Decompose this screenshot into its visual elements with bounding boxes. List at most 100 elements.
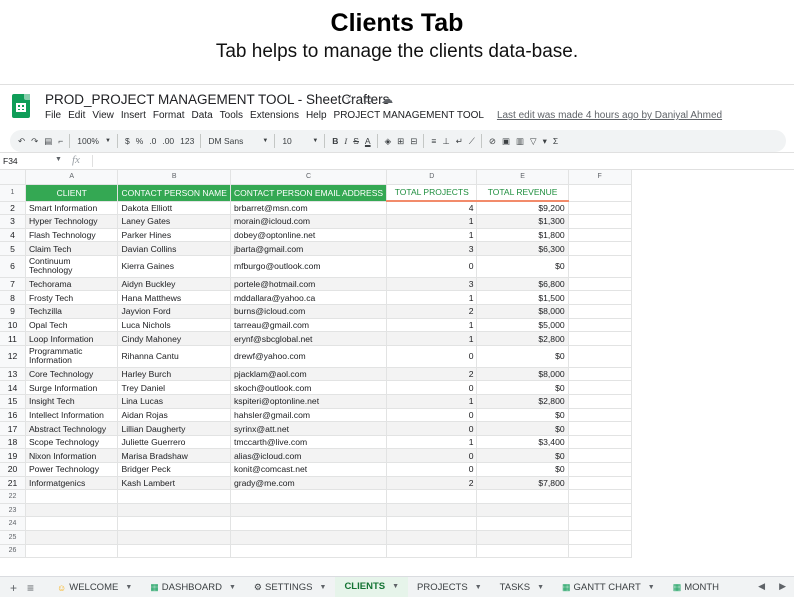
cell[interactable] [230, 489, 388, 504]
cell[interactable] [230, 516, 388, 531]
menu-insert[interactable]: Insert [121, 110, 146, 121]
text-rotate-icon[interactable]: ⟋ [469, 136, 475, 147]
total-projects-cell[interactable]: 1 [386, 228, 478, 243]
insert-chart-icon[interactable]: ▥ [516, 136, 524, 147]
undo-icon[interactable]: ↶ [18, 136, 25, 147]
contact-email-cell[interactable]: mfburgo@outlook.com [230, 255, 388, 278]
row-header[interactable]: 7 [0, 277, 26, 292]
column-header-b[interactable]: B [117, 170, 231, 185]
client-cell[interactable]: Claim Tech [25, 241, 119, 256]
cell[interactable] [386, 503, 478, 518]
cell[interactable] [568, 331, 632, 346]
total-revenue-cell[interactable]: $0 [476, 448, 569, 463]
contact-email-cell[interactable]: tarreau@gmail.com [230, 318, 388, 333]
row-header[interactable]: 20 [0, 462, 26, 477]
cell[interactable] [117, 516, 231, 531]
tab-dashboard[interactable]: ▦ DASHBOARD ▼ [141, 577, 245, 597]
row-header[interactable]: 2 [0, 201, 26, 216]
contact-name-cell[interactable]: Parker Hines [117, 228, 231, 243]
increase-decimal-button[interactable]: .00 [162, 136, 174, 146]
column-header-a[interactable]: A [25, 170, 119, 185]
client-cell[interactable]: Programmatic Information [25, 345, 119, 368]
name-box[interactable]: F34 [3, 156, 18, 166]
menu-tools[interactable]: Tools [220, 110, 243, 121]
cell[interactable] [117, 503, 231, 518]
currency-format-button[interactable]: $ [125, 136, 130, 146]
cell[interactable] [568, 184, 632, 202]
chevron-down-icon[interactable]: ▼ [125, 584, 132, 591]
client-cell[interactable]: Insight Tech [25, 394, 119, 409]
filter-icon[interactable]: ▽ [530, 136, 537, 147]
spreadsheet-grid[interactable]: A B C D E F 1 CLIENT CONTACT PERSON NAME… [0, 170, 794, 576]
cell[interactable] [117, 530, 231, 545]
all-sheets-icon[interactable]: ≡ [27, 581, 34, 595]
select-all-corner[interactable] [0, 170, 26, 185]
more-formats-button[interactable]: 123 [180, 136, 194, 146]
cell[interactable] [568, 367, 632, 382]
add-sheet-icon[interactable]: + [10, 581, 17, 595]
client-cell[interactable]: Abstract Technology [25, 421, 119, 436]
contact-email-cell[interactable]: jbarta@gmail.com [230, 241, 388, 256]
total-projects-cell[interactable]: 3 [386, 241, 478, 256]
tab-projects[interactable]: PROJECTS ▼ [408, 577, 491, 597]
column-header-c[interactable]: C [230, 170, 388, 185]
document-title[interactable]: PROD_PROJECT MANAGEMENT TOOL - SheetCraf… [45, 92, 389, 107]
total-revenue-cell[interactable]: $2,800 [476, 394, 569, 409]
contact-email-cell[interactable]: brbarret@msn.com [230, 201, 388, 216]
cell[interactable] [117, 489, 231, 504]
contact-email-cell[interactable]: drewf@yahoo.com [230, 345, 388, 368]
filter-views-icon[interactable]: ▾ [543, 136, 547, 147]
row-header[interactable]: 10 [0, 318, 26, 333]
horizontal-align-icon[interactable]: ≡ [431, 136, 436, 146]
total-revenue-cell[interactable]: $6,300 [476, 241, 569, 256]
header-client[interactable]: CLIENT [25, 184, 119, 202]
total-revenue-cell[interactable]: $1,300 [476, 214, 569, 229]
contact-email-cell[interactable]: syrinx@att.net [230, 421, 388, 436]
cell[interactable] [568, 394, 632, 409]
contact-email-cell[interactable]: tmccarth@live.com [230, 435, 388, 450]
chevron-down-icon[interactable]: ▼ [537, 584, 544, 591]
total-revenue-cell[interactable]: $5,000 [476, 318, 569, 333]
last-edit-link[interactable]: Last edit was made 4 hours ago by Daniya… [497, 110, 722, 121]
total-projects-cell[interactable]: 1 [386, 435, 478, 450]
client-cell[interactable]: Loop Information [25, 331, 119, 346]
total-revenue-cell[interactable]: $1,800 [476, 228, 569, 243]
cell[interactable] [568, 345, 632, 368]
scroll-left-icon[interactable]: ◀ [758, 581, 765, 592]
client-cell[interactable]: Continuum Technology [25, 255, 119, 278]
row-header[interactable]: 9 [0, 304, 26, 319]
contact-name-cell[interactable]: Lina Lucas [117, 394, 231, 409]
cell[interactable] [568, 544, 632, 559]
row-header[interactable]: 5 [0, 241, 26, 256]
contact-email-cell[interactable]: burns@icloud.com [230, 304, 388, 319]
row-header[interactable]: 1 [0, 184, 26, 202]
total-projects-cell[interactable]: 0 [386, 345, 478, 368]
contact-name-cell[interactable]: Davian Collins [117, 241, 231, 256]
cell[interactable] [476, 544, 569, 559]
client-cell[interactable]: Flash Technology [25, 228, 119, 243]
client-cell[interactable]: Scope Technology [25, 435, 119, 450]
total-projects-cell[interactable]: 1 [386, 394, 478, 409]
contact-email-cell[interactable]: skoch@outlook.com [230, 380, 388, 396]
client-cell[interactable]: Smart Information [25, 201, 119, 216]
column-header-f[interactable]: F [568, 170, 632, 185]
cell[interactable] [568, 516, 632, 531]
row-header[interactable]: 6 [0, 255, 26, 278]
contact-email-cell[interactable]: pjacklam@aol.com [230, 367, 388, 382]
header-total-revenue[interactable]: TOTAL REVENUE [476, 184, 569, 202]
contact-email-cell[interactable]: dobey@optonline.net [230, 228, 388, 243]
cell[interactable] [386, 516, 478, 531]
cell[interactable] [568, 228, 632, 243]
client-cell[interactable]: Core Technology [25, 367, 119, 382]
row-header[interactable]: 15 [0, 394, 26, 409]
row-header[interactable]: 13 [0, 367, 26, 382]
total-projects-cell[interactable]: 1 [386, 331, 478, 346]
client-cell[interactable]: Hyper Technology [25, 214, 119, 229]
contact-name-cell[interactable]: Aidyn Buckley [117, 277, 231, 292]
header-contact-name[interactable]: CONTACT PERSON NAME [117, 184, 231, 202]
header-contact-email[interactable]: CONTACT PERSON EMAIL ADDRESS [230, 184, 388, 202]
menu-view[interactable]: View [92, 110, 114, 121]
row-header[interactable]: 21 [0, 476, 26, 491]
client-cell[interactable]: Techzilla [25, 304, 119, 319]
total-projects-cell[interactable]: 2 [386, 304, 478, 319]
